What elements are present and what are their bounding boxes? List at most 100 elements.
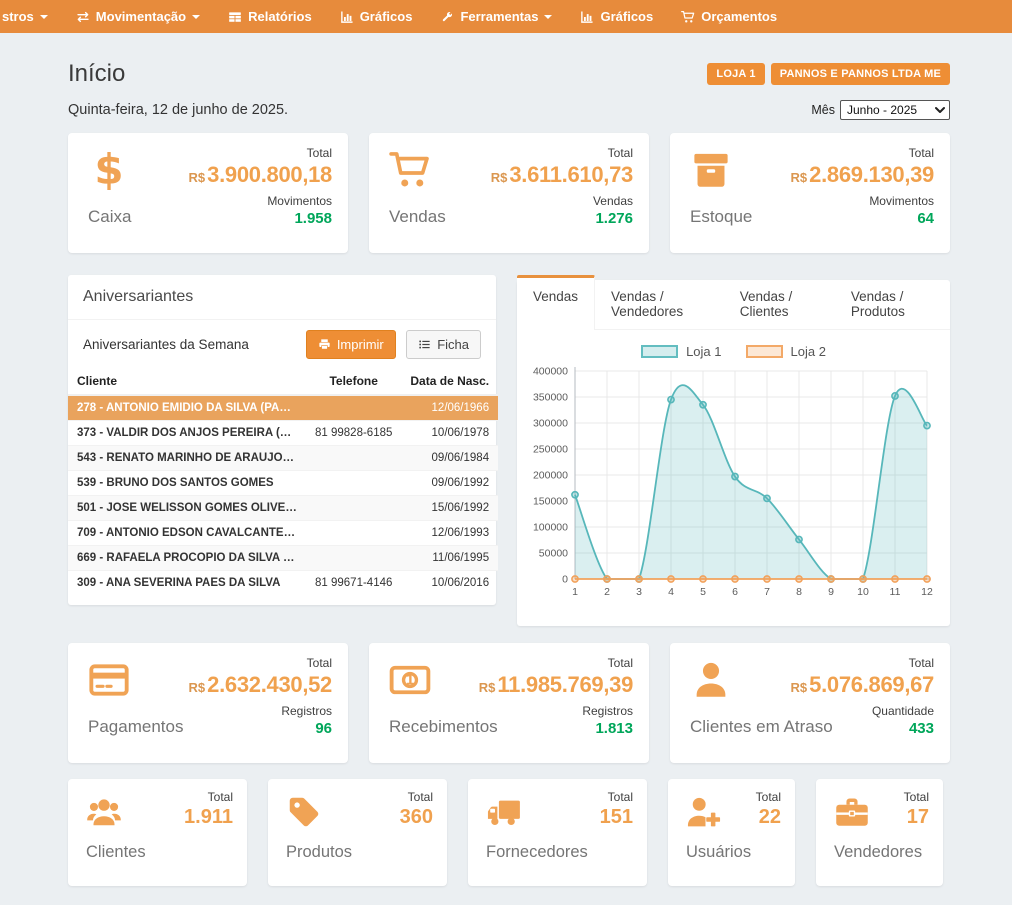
svg-text:300000: 300000 xyxy=(533,418,568,430)
svg-text:8: 8 xyxy=(796,586,802,598)
phone-cell xyxy=(306,395,401,421)
client-cell: 709 - ANTONIO EDSON CAVALCANTE D... xyxy=(68,521,306,546)
wrench-icon xyxy=(440,10,454,24)
money-icon: 1 xyxy=(389,659,431,701)
currency-prefix: R$ xyxy=(791,170,808,185)
currency-prefix: R$ xyxy=(189,680,206,695)
table-row[interactable]: 309 - ANA SEVERINA PAES DA SILVA 81 9967… xyxy=(68,571,498,596)
exchange-icon xyxy=(76,10,90,24)
total-amount: R$2.869.130,39 xyxy=(791,162,934,188)
sales-tab[interactable]: Vendas xyxy=(517,275,595,330)
count-label: Movimentos xyxy=(189,194,332,208)
summary-card: Estoque Total R$2.869.130,39 Movimentos … xyxy=(670,133,950,253)
table-row[interactable]: 669 - RAFAELA PROCOPIO DA SILVA CA... 11… xyxy=(68,546,498,571)
top-navigation: stros Movimentação Relatórios Gráficos F… xyxy=(0,0,1012,33)
total-label: Total xyxy=(189,656,332,670)
table-row[interactable]: 278 - ANTONIO EMIDIO DA SILVA (PALE... 1… xyxy=(68,395,498,421)
legend-item: Loja 1 xyxy=(641,344,721,359)
table-row[interactable]: 709 - ANTONIO EDSON CAVALCANTE D... 12/0… xyxy=(68,521,498,546)
svg-text:100000: 100000 xyxy=(533,522,568,534)
nav-item[interactable]: stros xyxy=(2,0,62,33)
count-value: 1.958 xyxy=(189,210,332,227)
count-card: Total 1.911 Clientes xyxy=(68,779,247,886)
print-button[interactable]: Imprimir xyxy=(306,330,396,359)
table-row[interactable]: 501 - JOSE WELISSON GOMES OLIVEIR... 15/… xyxy=(68,496,498,521)
svg-text:1: 1 xyxy=(572,586,578,598)
nav-item[interactable]: Orçamentos xyxy=(667,0,791,33)
nav-item-label: Relatórios xyxy=(248,9,312,24)
currency-prefix: R$ xyxy=(491,170,508,185)
svg-text:9: 9 xyxy=(828,586,834,598)
column-data-nasc: Data de Nasc. xyxy=(401,368,498,395)
card-title: Clientes xyxy=(86,843,146,862)
company-badge: PANNOS E PANNOS LTDA ME xyxy=(771,63,950,85)
nav-item-label: Orçamentos xyxy=(701,9,777,24)
table-row[interactable]: 543 - RENATO MARINHO DE ARAUJO (F... 09/… xyxy=(68,446,498,471)
count-value: 22 xyxy=(756,806,781,829)
archive-icon xyxy=(690,149,732,191)
total-value: 2.869.130,39 xyxy=(809,162,934,187)
sales-tabs: Vendas Vendas / Vendedores Vendas / Clie… xyxy=(517,280,950,330)
count-value: 96 xyxy=(189,720,332,737)
sales-tab[interactable]: Vendas / Clientes xyxy=(724,280,835,329)
count-label: Registros xyxy=(479,704,633,718)
card-title: Estoque xyxy=(690,207,752,227)
caret-down-icon xyxy=(544,15,552,19)
count-card: Total 151 Fornecedores xyxy=(468,779,647,886)
client-cell: 309 - ANA SEVERINA PAES DA SILVA xyxy=(68,571,306,596)
total-value: 3.900.800,18 xyxy=(207,162,332,187)
users-icon xyxy=(86,794,122,830)
nav-item[interactable]: Relatórios xyxy=(214,0,326,33)
client-cell: 501 - JOSE WELISSON GOMES OLIVEIR... xyxy=(68,496,306,521)
total-amount: R$3.611.610,73 xyxy=(491,162,633,188)
client-cell: 669 - RAFAELA PROCOPIO DA SILVA CA... xyxy=(68,546,306,571)
phone-cell xyxy=(306,496,401,521)
truck-icon xyxy=(486,794,522,830)
phone-cell xyxy=(306,471,401,496)
sales-tab[interactable]: Vendas / Vendedores xyxy=(595,280,724,329)
client-cell: 278 - ANTONIO EMIDIO DA SILVA (PALE... xyxy=(68,395,306,421)
total-label: Total xyxy=(904,790,929,804)
nav-item[interactable]: Gráficos xyxy=(326,0,427,33)
birthdate-cell: 12/06/1993 xyxy=(401,521,498,546)
summary-card: 1 Recebimentos Total R$11.985.769,39 Reg… xyxy=(369,643,649,763)
total-value: 3.611.610,73 xyxy=(509,162,633,187)
phone-cell xyxy=(306,521,401,546)
ficha-button[interactable]: Ficha xyxy=(406,330,481,359)
nav-item-label: Gráficos xyxy=(600,9,653,24)
nav-item[interactable]: Gráficos xyxy=(566,0,667,33)
currency-prefix: R$ xyxy=(189,170,206,185)
phone-cell xyxy=(306,446,401,471)
count-card: Total 22 Usuários xyxy=(668,779,795,886)
nav-item[interactable]: Movimentação xyxy=(62,0,214,33)
page-content: Início LOJA 1 PANNOS E PANNOS LTDA ME Qu… xyxy=(0,60,1012,886)
svg-text:50000: 50000 xyxy=(539,548,568,560)
birthdate-cell: 11/06/1995 xyxy=(401,546,498,571)
summary-card: Vendas Total R$3.611.610,73 Vendas 1.276 xyxy=(369,133,649,253)
month-select[interactable]: Junho - 2025 xyxy=(840,100,950,120)
birthdays-subtitle: Aniversariantes da Semana xyxy=(83,337,249,352)
summary-card: $ Caixa Total R$3.900.800,18 Movimentos … xyxy=(68,133,348,253)
birthdays-table: Cliente Telefone Data de Nasc. 278 - ANT… xyxy=(68,368,498,595)
total-label: Total xyxy=(600,790,633,804)
legend-label: Loja 2 xyxy=(791,344,826,359)
total-label: Total xyxy=(184,790,233,804)
client-cell: 373 - VALDIR DOS ANJOS PEREIRA (AN... xyxy=(68,421,306,446)
count-value: 1.911 xyxy=(184,806,233,829)
summary-card: Clientes em Atraso Total R$5.076.869,67 … xyxy=(670,643,950,763)
count-card: Total 17 Vendedores xyxy=(816,779,943,886)
table-row[interactable]: 539 - BRUNO DOS SANTOS GOMES 09/06/1992 xyxy=(68,471,498,496)
total-amount: R$2.632.430,52 xyxy=(189,672,332,698)
count-label: Quantidade xyxy=(791,704,934,718)
card-title: Usuários xyxy=(686,843,751,862)
birthdate-cell: 10/06/1978 xyxy=(401,421,498,446)
table-header-row: Cliente Telefone Data de Nasc. xyxy=(68,368,498,395)
svg-text:4: 4 xyxy=(668,586,674,598)
bar-chart-icon xyxy=(580,10,594,24)
sales-tab[interactable]: Vendas / Produtos xyxy=(835,280,950,329)
nav-item[interactable]: Ferramentas xyxy=(426,0,566,33)
bar-chart-icon xyxy=(340,10,354,24)
table-row[interactable]: 373 - VALDIR DOS ANJOS PEREIRA (AN... 81… xyxy=(68,421,498,446)
count-value: 17 xyxy=(904,806,929,829)
legend-swatch xyxy=(746,345,783,358)
